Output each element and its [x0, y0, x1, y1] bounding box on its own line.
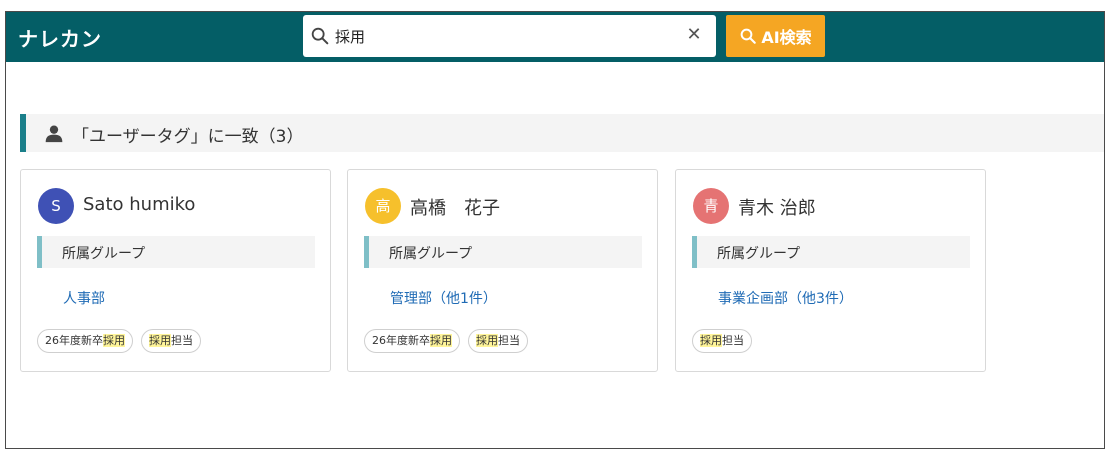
app-logo[interactable]: ナレカン	[18, 23, 102, 52]
user-name[interactable]: 高橋 花子	[410, 194, 500, 220]
user-card[interactable]: S Sato humiko 所属グループ 人事部 26年度新卒採用 採用担当	[20, 169, 331, 372]
group-label-bar: 所属グループ	[37, 236, 315, 268]
tag-chip[interactable]: 26年度新卒採用	[37, 329, 133, 353]
tag-list: 26年度新卒採用 採用担当	[37, 329, 201, 353]
user-name[interactable]: Sato humiko	[83, 194, 195, 215]
search-input[interactable]	[335, 23, 675, 49]
group-label: 所属グループ	[62, 246, 146, 262]
section-title: 「ユーザータグ」に一致（3）	[72, 127, 304, 147]
group-link[interactable]: 事業企画部（他3件）	[718, 288, 853, 308]
avatar: 高	[365, 188, 401, 224]
group-link[interactable]: 管理部（他1件）	[390, 288, 497, 308]
group-label: 所属グループ	[717, 246, 801, 262]
tag-list: 採用担当	[692, 329, 752, 353]
tag-chip[interactable]: 採用担当	[468, 329, 528, 353]
avatar: S	[38, 188, 74, 224]
ai-search-button[interactable]: AI検索	[726, 15, 825, 57]
header-bar: ナレカン ✕ AI検索	[6, 12, 1104, 62]
group-label: 所属グループ	[389, 246, 473, 262]
user-card[interactable]: 高 高橋 花子 所属グループ 管理部（他1件） 26年度新卒採用 採用担当	[347, 169, 658, 372]
close-icon[interactable]: ✕	[684, 25, 704, 45]
group-label-bar: 所属グループ	[692, 236, 970, 268]
tag-chip[interactable]: 26年度新卒採用	[364, 329, 460, 353]
user-card[interactable]: 青 青木 治郎 所属グループ 事業企画部（他3件） 採用担当	[675, 169, 986, 372]
avatar: 青	[693, 188, 729, 224]
ai-search-label: AI検索	[761, 28, 812, 47]
search-icon	[311, 27, 329, 45]
app-frame: ナレカン ✕ AI検索 「ユーザータグ」に一致（3） S Sato humiko	[5, 11, 1105, 449]
person-icon	[45, 125, 63, 143]
tag-chip[interactable]: 採用担当	[692, 329, 752, 353]
user-name[interactable]: 青木 治郎	[738, 194, 816, 220]
section-header: 「ユーザータグ」に一致（3）	[20, 114, 1104, 152]
group-label-bar: 所属グループ	[364, 236, 642, 268]
group-link[interactable]: 人事部	[63, 288, 105, 308]
tag-list: 26年度新卒採用 採用担当	[364, 329, 528, 353]
search-box: ✕	[303, 15, 716, 57]
tag-chip[interactable]: 採用担当	[141, 329, 201, 353]
search-icon	[740, 28, 757, 44]
